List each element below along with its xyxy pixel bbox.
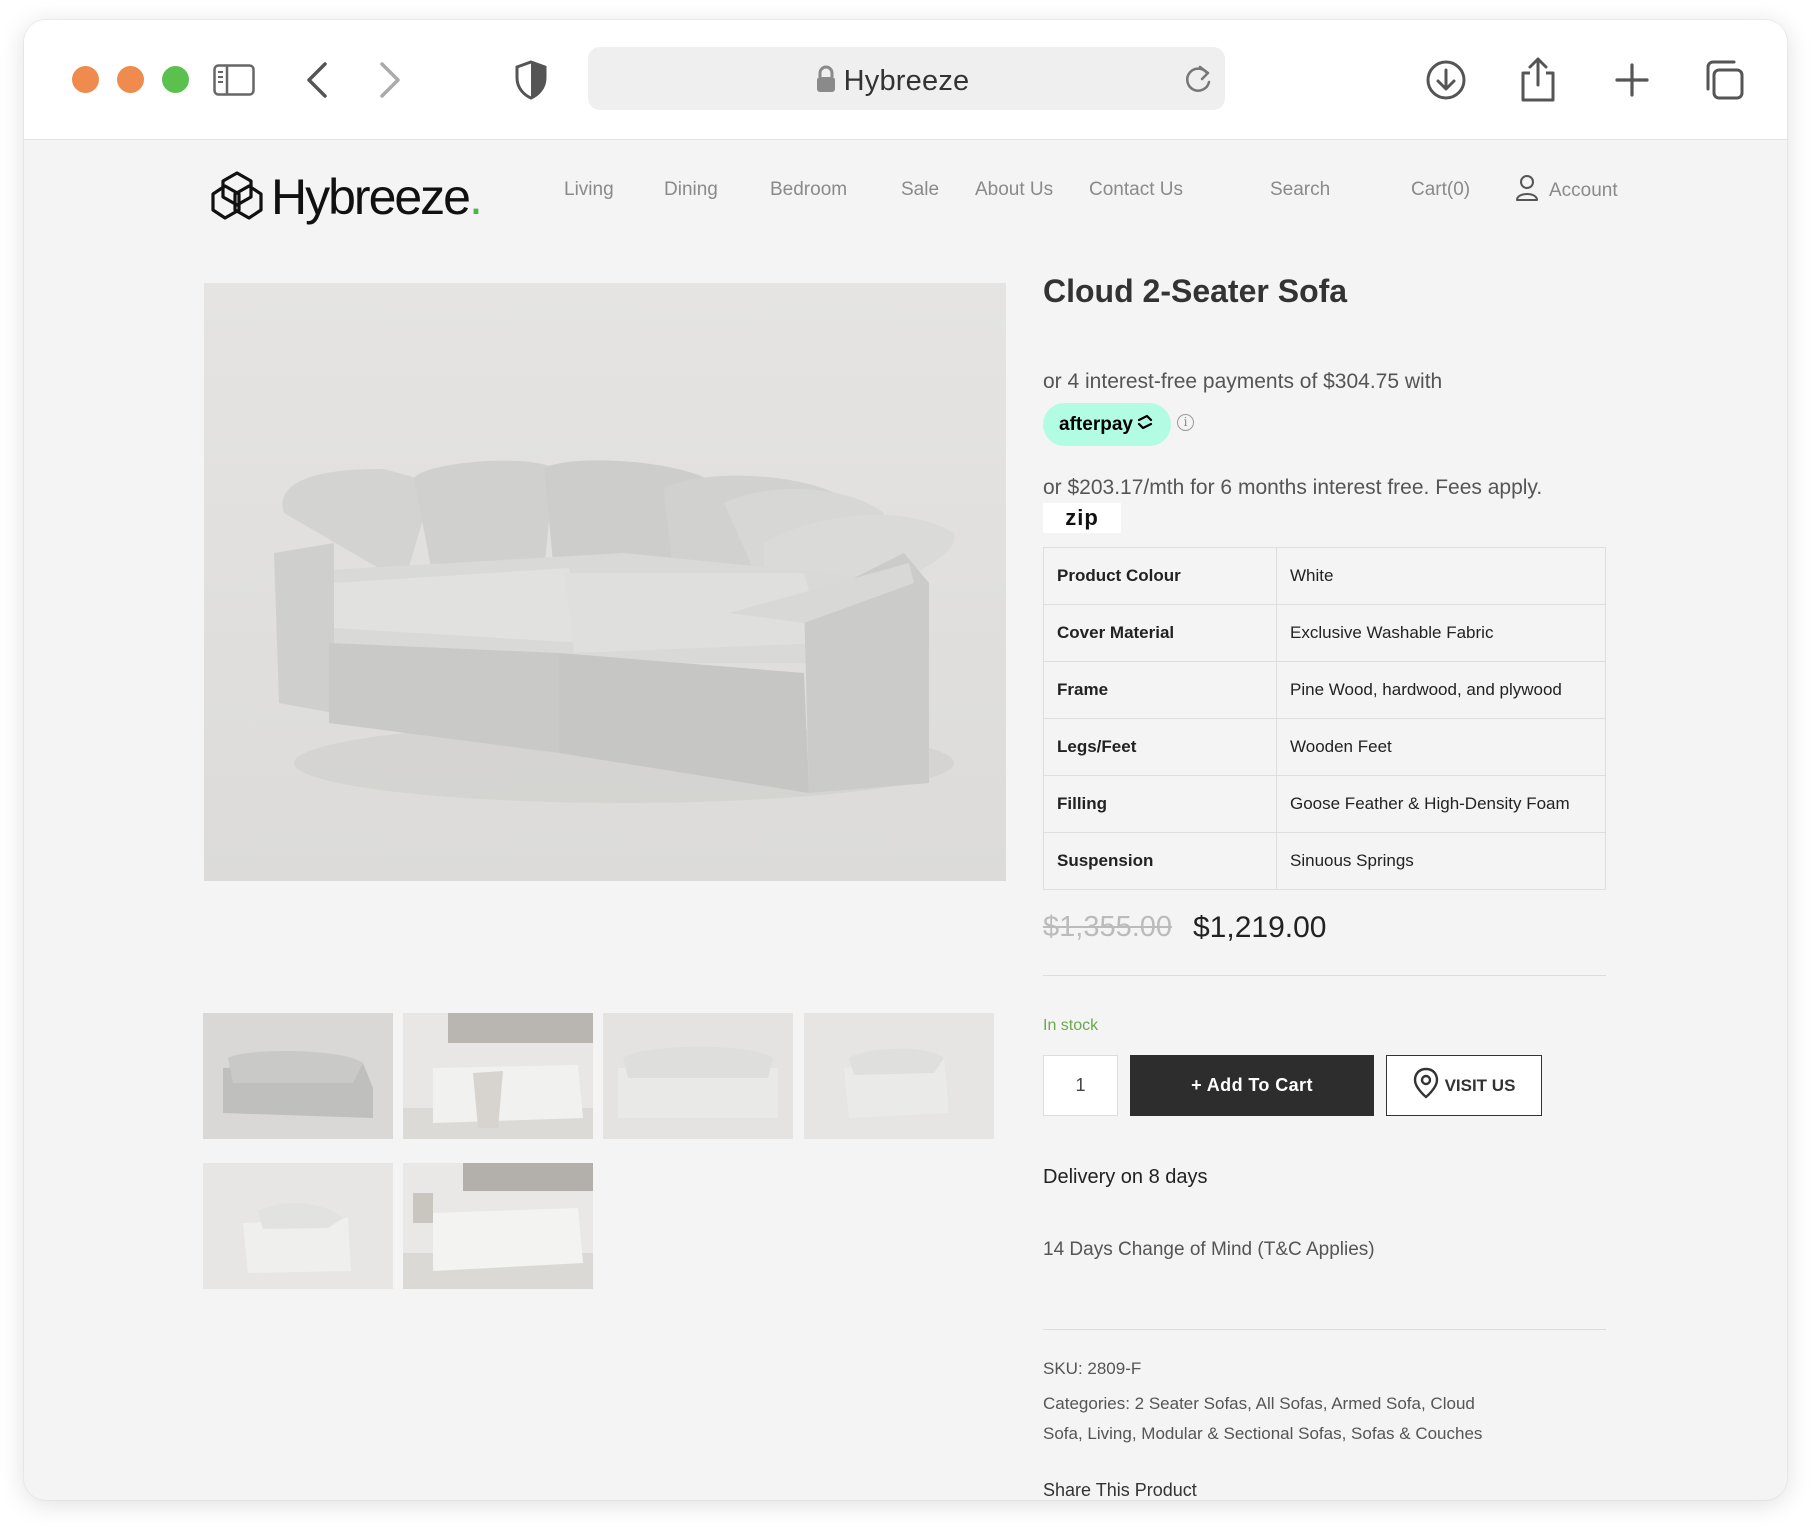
spec-key: Suspension — [1043, 832, 1277, 890]
share-product-label[interactable]: Share This Product — [1043, 1480, 1197, 1500]
tabs-icon[interactable] — [1702, 58, 1746, 102]
original-price: $1,355.00 — [1043, 911, 1173, 943]
spec-table: Product Colour White Cover Material Exclus… — [1043, 547, 1606, 890]
spec-value: Exclusive Washable Fabric — [1276, 604, 1606, 662]
spec-key: Frame — [1043, 661, 1277, 719]
site-logo[interactable]: Hybreeze. — [211, 168, 483, 226]
new-tab-icon[interactable] — [1610, 58, 1654, 102]
minimize-window-button[interactable] — [117, 66, 144, 93]
share-icon[interactable] — [1516, 57, 1560, 102]
product-title: Cloud 2-Seater Sofa — [1043, 273, 1348, 309]
visit-us-button[interactable]: VISIT US — [1386, 1055, 1542, 1116]
spec-value: Wooden Feet — [1276, 718, 1606, 776]
main-product-image[interactable] — [204, 283, 1006, 881]
afterpay-info-icon[interactable]: i — [1177, 414, 1194, 431]
add-to-cart-button[interactable]: + Add To Cart — [1130, 1055, 1374, 1116]
stock-status: In stock — [1043, 1017, 1099, 1034]
address-bar[interactable]: Hybreeze — [588, 47, 1225, 110]
account-label: Account — [1549, 180, 1618, 201]
spec-value: Pine Wood, hardwood, and plywood — [1276, 661, 1606, 719]
afterpay-arrows-icon — [1135, 414, 1155, 436]
url-text: Hybreeze — [843, 65, 970, 97]
table-row: Cover Material Exclusive Washable Fabric — [1043, 604, 1606, 662]
location-pin-icon — [1413, 1067, 1439, 1104]
spec-key: Cover Material — [1043, 604, 1277, 662]
search-link[interactable]: Search — [1270, 179, 1330, 201]
table-row: Legs/Feet Wooden Feet — [1043, 718, 1606, 776]
maximize-window-button[interactable] — [162, 66, 189, 93]
quantity-input[interactable]: 1 — [1043, 1055, 1118, 1116]
zip-logo[interactable]: zip — [1043, 503, 1121, 533]
thumbnail-2[interactable] — [403, 1013, 593, 1139]
sidebar-icon[interactable] — [212, 58, 256, 102]
afterpay-badge[interactable]: afterpay — [1043, 403, 1171, 446]
sku-text: SKU: 2809-F — [1043, 1359, 1142, 1378]
spec-value: Goose Feather & High-Density Foam — [1276, 775, 1606, 833]
categories-line-2: Sofa, Living, Modular & Sectional Sofas,… — [1043, 1424, 1483, 1443]
download-icon[interactable] — [1424, 58, 1468, 102]
categories-line-1: Categories: 2 Seater Sofas, All Sofas, A… — [1043, 1394, 1475, 1413]
back-icon[interactable] — [295, 58, 339, 102]
spec-value: White — [1276, 547, 1606, 605]
logo-dot: . — [469, 169, 483, 225]
thumbnail-6[interactable] — [403, 1163, 593, 1289]
table-row: Suspension Sinuous Springs — [1043, 832, 1606, 890]
nav-bedroom[interactable]: Bedroom — [770, 179, 847, 201]
spec-value: Sinuous Springs — [1276, 832, 1606, 890]
nav-contact-us[interactable]: Contact Us — [1089, 179, 1183, 201]
close-window-button[interactable] — [72, 66, 99, 93]
browser-window: Hybreeze Hybreeze. Living Dining Bedroom… — [24, 20, 1787, 1500]
table-row: Filling Goose Feather & High-Density Foam — [1043, 775, 1606, 833]
reload-icon[interactable] — [1183, 63, 1213, 100]
table-row: Product Colour White — [1043, 547, 1606, 605]
page-content: Hybreeze. Living Dining Bedroom Sale Abo… — [24, 141, 1787, 1500]
nav-sale[interactable]: Sale — [901, 179, 939, 201]
visit-us-label: VISIT US — [1444, 1075, 1516, 1095]
thumbnail-3[interactable] — [603, 1013, 793, 1139]
afterpay-text: or 4 interest-free payments of $304.75 w… — [1043, 370, 1443, 393]
delivery-text: Delivery on 8 days — [1043, 1166, 1208, 1188]
account-link[interactable]: Account — [1515, 174, 1618, 208]
divider — [1043, 1329, 1606, 1330]
divider — [1043, 975, 1606, 976]
thumbnail-5[interactable] — [203, 1163, 393, 1289]
afterpay-label: afterpay — [1059, 413, 1133, 435]
change-of-mind-text: 14 Days Change of Mind (T&C Applies) — [1043, 1239, 1375, 1260]
user-icon — [1515, 174, 1539, 208]
zip-text: or $203.17/mth for 6 months interest fre… — [1043, 476, 1543, 499]
spec-key: Filling — [1043, 775, 1277, 833]
nav-about-us[interactable]: About Us — [975, 179, 1053, 201]
logo-text: Hybreeze — [271, 169, 471, 225]
spec-key: Legs/Feet — [1043, 718, 1277, 776]
thumbnail-1[interactable] — [203, 1013, 393, 1139]
logo-icon — [211, 170, 263, 225]
shield-icon[interactable] — [509, 58, 553, 102]
table-row: Frame Pine Wood, hardwood, and plywood — [1043, 661, 1606, 719]
forward-icon[interactable] — [368, 58, 412, 102]
sale-price: $1,219.00 — [1193, 911, 1327, 944]
browser-toolbar: Hybreeze — [24, 20, 1787, 140]
cart-link[interactable]: Cart(0) — [1411, 179, 1470, 201]
spec-key: Product Colour — [1043, 547, 1277, 605]
nav-living[interactable]: Living — [564, 179, 614, 201]
thumbnail-4[interactable] — [804, 1013, 994, 1139]
nav-dining[interactable]: Dining — [664, 179, 718, 201]
